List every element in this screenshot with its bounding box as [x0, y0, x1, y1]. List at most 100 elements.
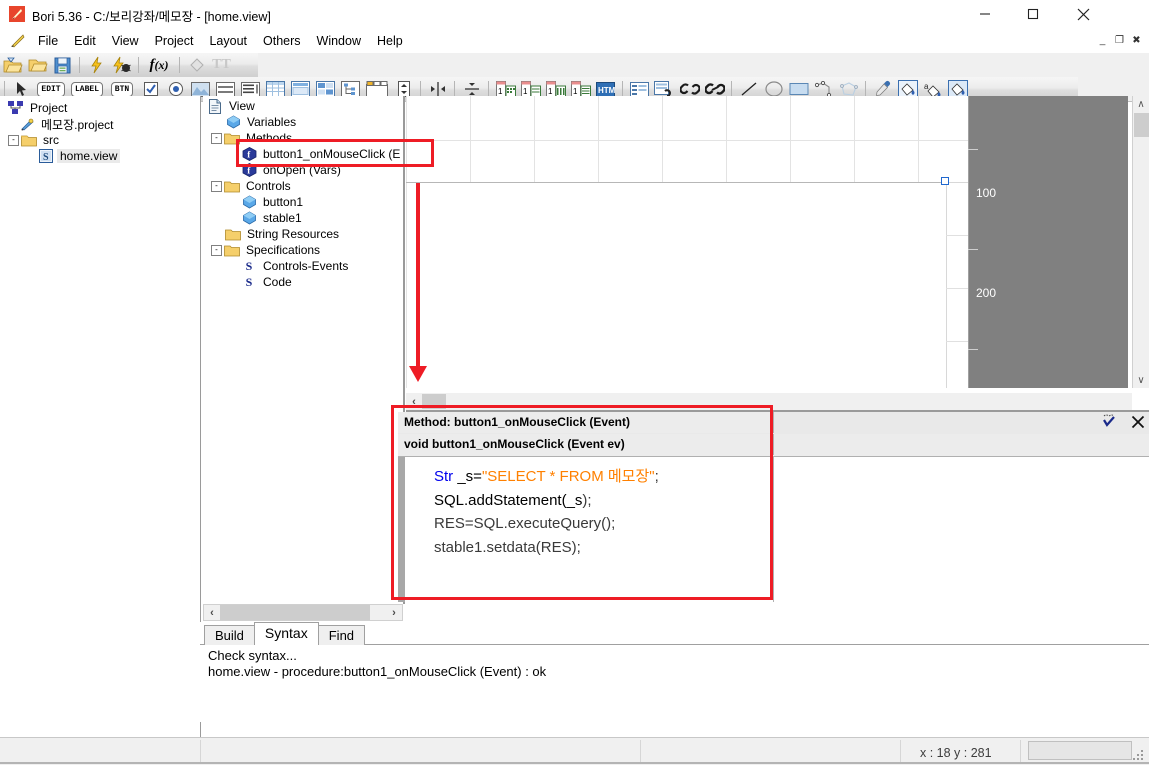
project-file-icon [19, 116, 35, 132]
menu-item-window[interactable]: Window [309, 31, 369, 51]
tab-syntax[interactable]: Syntax [253, 622, 319, 645]
svg-text:1: 1 [573, 87, 578, 96]
tree-row-code[interactable]: S Code [203, 274, 403, 290]
tree-row-controls-events[interactable]: S Controls-Events [203, 258, 403, 274]
tree-row-project-root[interactable]: Project [0, 100, 200, 116]
save-icon[interactable] [51, 54, 74, 76]
menu-items: File Edit View Project Layout Others Win… [30, 28, 411, 53]
mdi-window-controls: _ ❐ ✖ [1094, 32, 1145, 48]
method-title-box: Method: button1_onMouseClick (Event) [398, 412, 774, 433]
code-token-plain: _s= [457, 468, 482, 485]
svg-text:a: a [924, 82, 929, 91]
resize-handle[interactable] [941, 177, 949, 185]
tree-row-src[interactable]: - src [0, 132, 200, 148]
tree-row-variables[interactable]: Variables [203, 114, 403, 130]
menu-item-help[interactable]: Help [369, 31, 411, 51]
tab-build[interactable]: Build [204, 625, 255, 645]
tree-row-onopen[interactable]: f onOpen (Vars) [203, 162, 403, 178]
scroll-left-arrow-icon[interactable]: ‹ [406, 394, 422, 409]
tree-row-stable1[interactable]: stable1 [203, 210, 403, 226]
tree-label-project: Project [30, 101, 68, 115]
build-run-icon[interactable] [85, 54, 108, 76]
menu-item-file[interactable]: File [30, 31, 66, 51]
code-editor[interactable]: Str _s="SELECT * FROM 메모장"; SQL.addState… [398, 457, 774, 602]
maximize-icon[interactable] [1010, 0, 1056, 28]
tree-label-memo-project: 메모장.project [41, 117, 114, 132]
expander-specifications[interactable]: - [211, 244, 222, 256]
title-bar: Bori 5.36 - C:/보리강좌/메모장 - [home.view] [0, 0, 1149, 29]
method-icon: f [241, 146, 257, 162]
mdi-restore-icon[interactable]: ❐ [1111, 32, 1128, 48]
toolbar-separator [865, 81, 866, 97]
view-tree-hscrollbar[interactable]: ‹ › [203, 604, 403, 621]
annotation-arrow-head [409, 366, 427, 382]
tree-label-methods: Methods [246, 131, 293, 145]
resize-grip[interactable] [1133, 750, 1145, 762]
menu-item-edit[interactable]: Edit [66, 31, 104, 51]
toolbar-separator [622, 81, 623, 97]
canvas-vscrollbar[interactable]: ∧ ∨ [1132, 96, 1149, 388]
tab-find[interactable]: Find [317, 625, 366, 645]
spec-s-icon: S [245, 274, 253, 289]
tree-row-view-root[interactable]: View [203, 98, 403, 114]
tree-row-button1-onmouseclick[interactable]: f button1_onMouseClick (E [203, 146, 403, 162]
code-line: stable1.setdata(RES); [434, 536, 659, 560]
scroll-down-arrow-icon[interactable]: ∨ [1133, 372, 1149, 388]
tree-label-button1-onmouseclick: button1_onMouseClick (E [263, 147, 401, 161]
minimize-icon[interactable] [962, 0, 1008, 28]
canvas-hscroll-thumb[interactable] [422, 394, 446, 409]
tree-label-controls-events: Controls-Events [263, 259, 349, 273]
tree-label-home-view: home.view [57, 149, 121, 163]
expander-methods[interactable]: - [211, 132, 222, 144]
shape-icon[interactable] [185, 54, 208, 76]
menu-item-project[interactable]: Project [147, 31, 202, 51]
toolbar-separator [731, 81, 732, 97]
output-body[interactable]: Check syntax... home.view - procedure:bu… [204, 646, 1145, 720]
canvas-hscrollbar[interactable]: ‹ [406, 393, 1132, 410]
view-tree-hscroll-thumb[interactable] [220, 605, 370, 620]
menu-item-others[interactable]: Others [255, 31, 309, 51]
window-title: Bori 5.36 - C:/보리강좌/메모장 - [home.view] [32, 10, 271, 24]
folder-icon [224, 178, 240, 194]
svg-text:S: S [43, 152, 49, 163]
toolbar-separator [4, 81, 5, 97]
mdi-minimize-icon[interactable]: _ [1094, 32, 1111, 48]
view-file-icon: S [38, 148, 54, 164]
spec-s-icon: S [245, 258, 253, 273]
open-folder-icon[interactable] [26, 54, 49, 76]
mdi-close-icon[interactable]: ✖ [1128, 32, 1145, 48]
canvas-vscroll-thumb[interactable] [1134, 113, 1149, 137]
close-icon[interactable] [1131, 415, 1145, 432]
tree-row-controls[interactable]: - Controls [203, 178, 403, 194]
scroll-right-arrow-icon[interactable]: › [386, 605, 402, 620]
tree-row-button1[interactable]: button1 [203, 194, 403, 210]
menu-item-view[interactable]: View [104, 31, 147, 51]
code-token-punct: ; [654, 468, 659, 485]
canvas-gray-pane[interactable]: 100 200 [968, 96, 1128, 388]
scroll-left-arrow-icon[interactable]: ‹ [204, 605, 220, 620]
method-editor-right-pane[interactable] [774, 457, 1149, 602]
tree-label-stable1: stable1 [263, 211, 302, 225]
toolbar-separator [79, 57, 80, 73]
tree-row-string-resources[interactable]: String Resources [203, 226, 403, 242]
tree-row-home-view[interactable]: S home.view [0, 148, 200, 164]
syntax-check-icon[interactable] [1101, 414, 1117, 432]
scroll-up-arrow-icon[interactable]: ∧ [1133, 96, 1149, 112]
expander-src[interactable]: - [8, 134, 19, 146]
close-icon[interactable] [1058, 0, 1108, 28]
tree-row-methods[interactable]: - Methods [203, 130, 403, 146]
tree-row-specifications[interactable]: - Specifications [203, 242, 403, 258]
tree-label-view: View [229, 99, 255, 113]
tree-row-memo-project[interactable]: 메모장.project [0, 116, 200, 132]
project-node-icon [8, 100, 24, 116]
ruler-label-200: 200 [976, 286, 997, 300]
menu-item-layout[interactable]: Layout [201, 31, 255, 51]
code-token-string: "SELECT * FROM 메모장" [481, 468, 655, 485]
expander-controls[interactable]: - [211, 180, 222, 192]
toolbar-row-1: f(x) TT [0, 53, 1149, 78]
open-project-icon[interactable] [1, 54, 24, 76]
control-icon [241, 194, 257, 210]
function-fx-icon[interactable]: f(x) [144, 54, 174, 76]
text-tt-icon[interactable]: TT [210, 54, 233, 76]
debug-icon[interactable] [110, 54, 133, 76]
